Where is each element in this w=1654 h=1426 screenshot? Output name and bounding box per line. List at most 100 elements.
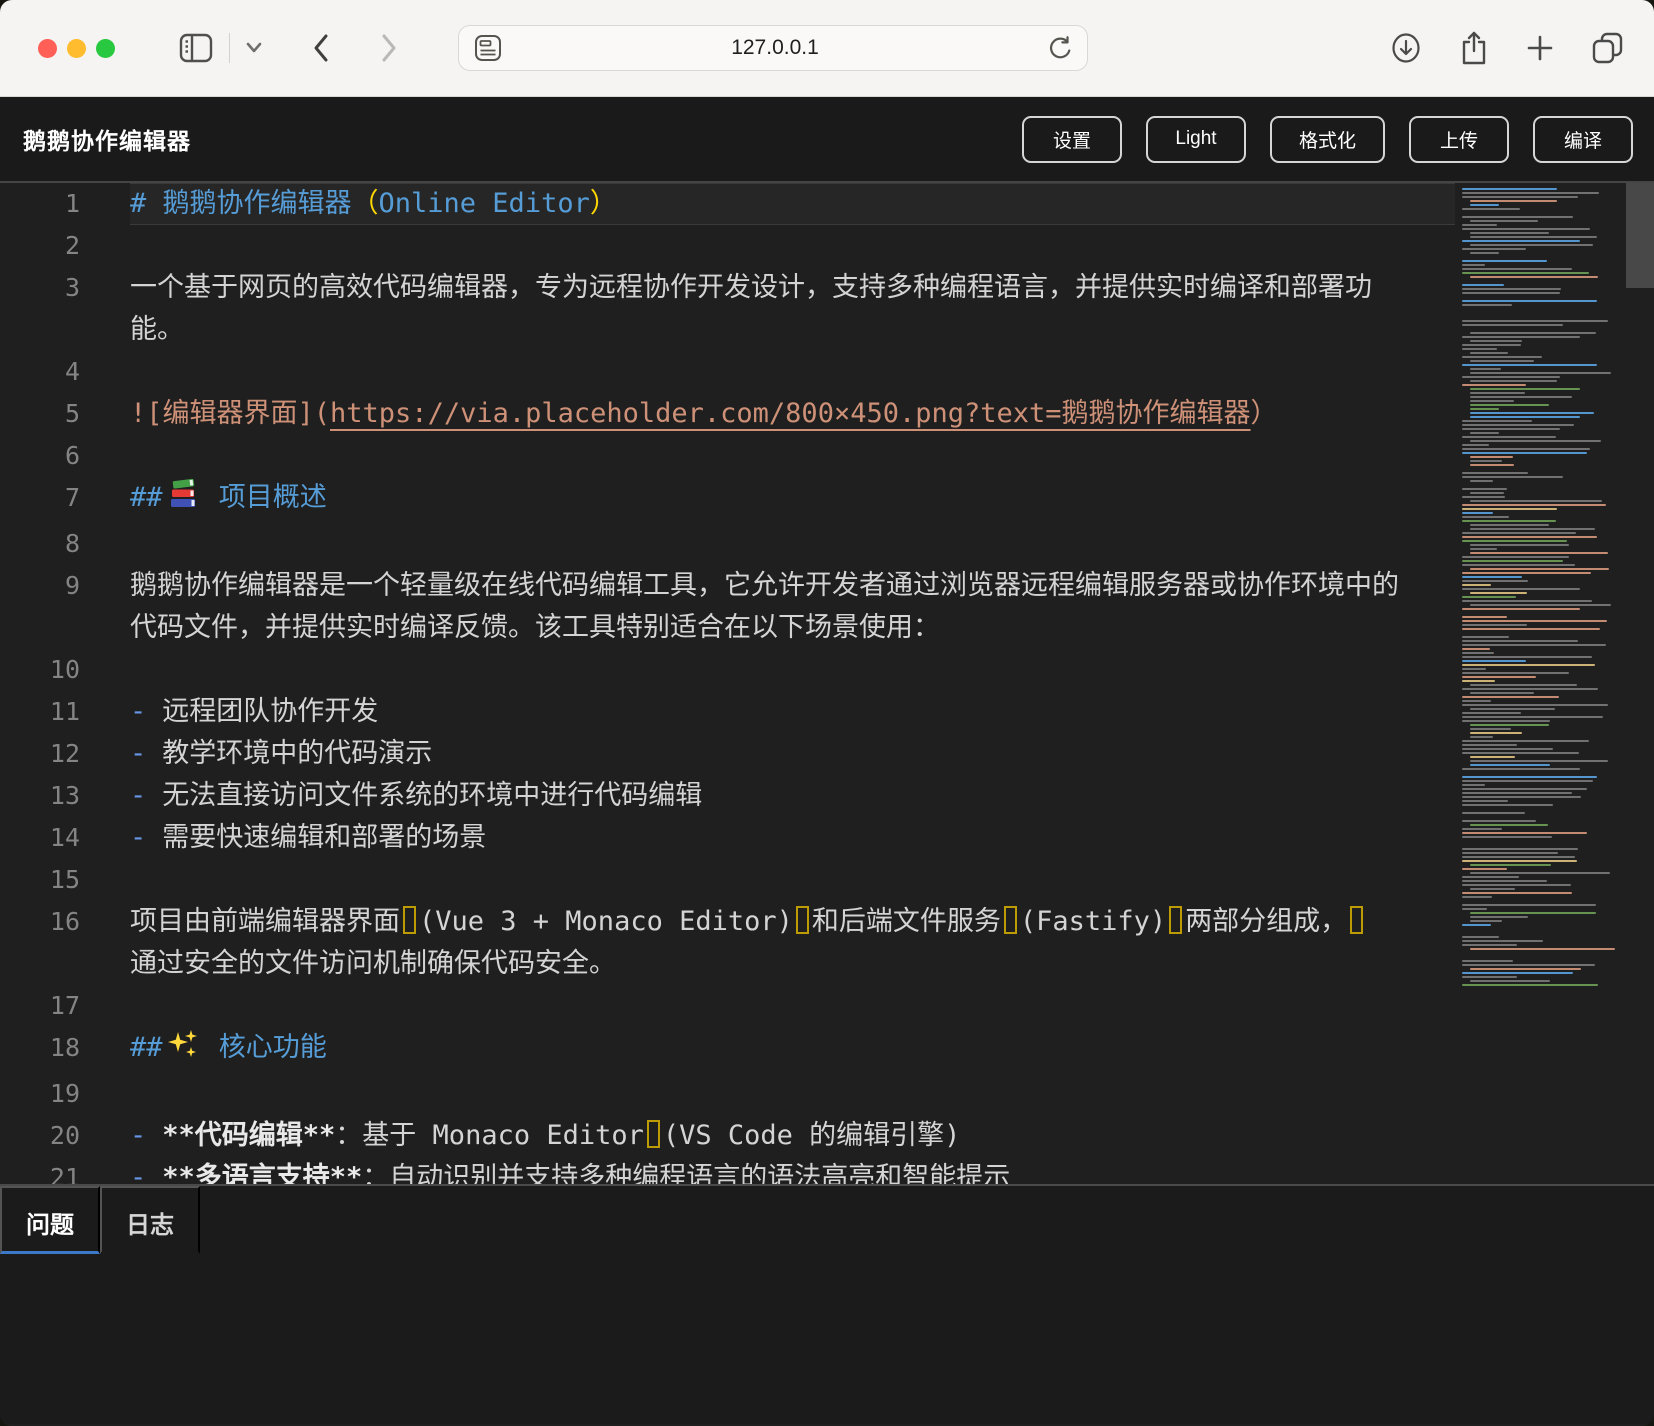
code-text: 项目概述 [203, 482, 327, 513]
chevron-down-icon [244, 41, 264, 55]
code-text: 需要快速编辑和部署的场景 [162, 822, 486, 853]
editor-line[interactable]: 13-无法直接访问文件系统的环境中进行代码编辑 [0, 775, 1455, 817]
panel-content [0, 1254, 1654, 1414]
editor-line[interactable]: 4 [0, 351, 1455, 393]
line-number: 10 [0, 649, 80, 691]
markdown-image-url[interactable]: https://via.placeholder.com/800×450.png?… [330, 398, 1251, 429]
editor-line[interactable]: 12 -教学环境中的代码演示 [0, 733, 1455, 775]
line-content [130, 435, 1455, 477]
editor-line[interactable]: 9鹅鹅协作编辑器是一个轻量级在线代码编辑工具，它允许开发者通过浏览器远程编辑服务… [0, 565, 1455, 649]
editor-line[interactable]: 17 [0, 985, 1455, 1027]
books-emoji [167, 478, 199, 523]
line-content: ## 项目概述 [130, 477, 1455, 523]
editor-line[interactable]: 14 -需要快速编辑和部署的场景 [0, 817, 1455, 859]
unicode-highlight-box [796, 906, 809, 934]
tabs-overview-icon [1590, 31, 1626, 65]
code-text: ## [130, 1032, 163, 1063]
line-number: 9 [0, 565, 80, 649]
editor-line[interactable]: 10 [0, 649, 1455, 691]
editor-line[interactable]: 11-远程团队协作开发 [0, 691, 1455, 733]
editor-scrollbar[interactable] [1626, 183, 1654, 1184]
code-text: ![编辑器界面]( [130, 398, 330, 429]
tab-logs[interactable]: 日志 [100, 1186, 200, 1254]
editor-line[interactable]: 21 -**多语言支持**：自动识别并支持多种编程语言的语法高亮和智能提示 [0, 1157, 1455, 1184]
back-button[interactable] [308, 30, 334, 66]
tab-overview-button[interactable] [1590, 31, 1626, 65]
minimap[interactable] [1455, 183, 1626, 1184]
editor-line[interactable]: 5![编辑器界面](https://via.placeholder.com/80… [0, 393, 1455, 435]
reload-button[interactable] [1047, 34, 1073, 62]
upload-button[interactable]: 上传 [1409, 116, 1509, 163]
line-content: -**多语言支持**：自动识别并支持多种编程语言的语法高亮和智能提示 [130, 1157, 1455, 1184]
reload-icon [1047, 34, 1073, 62]
editor-line[interactable]: 2 [0, 225, 1455, 267]
downloads-button[interactable] [1390, 32, 1422, 64]
editor-line[interactable]: 16项目由前端编辑器界面(Vue 3 + Monaco Editor)和后端文件… [0, 901, 1455, 985]
editor-line[interactable]: 1# 鹅鹅协作编辑器（Online Editor） [0, 183, 1455, 225]
code-text: ：基于 Monaco Editor [335, 1120, 644, 1151]
line-number: 20 [0, 1115, 80, 1157]
code-text: - [130, 822, 146, 853]
header-button-group: 设置 Light 格式化上传编译 [1022, 116, 1633, 163]
theme-toggle-button[interactable]: Light [1146, 116, 1246, 163]
minimize-window-button[interactable] [67, 39, 86, 58]
line-content: -教学环境中的代码演示 [130, 733, 1455, 775]
code-editor[interactable]: 1# 鹅鹅协作编辑器（Online Editor）23一个基于网页的高效代码编辑… [0, 183, 1654, 1184]
line-content: ## 核心功能 [130, 1027, 1455, 1073]
editor-line[interactable]: 18## 核心功能 [0, 1027, 1455, 1073]
line-content: ![编辑器界面](https://via.placeholder.com/800… [130, 393, 1455, 435]
editor-lines[interactable]: 1# 鹅鹅协作编辑器（Online Editor）23一个基于网页的高效代码编辑… [0, 183, 1455, 1184]
editor-line[interactable]: 20 -**代码编辑**：基于 Monaco Editor(VS Code 的编辑… [0, 1115, 1455, 1157]
line-number: 13 [0, 775, 80, 817]
editor-line[interactable]: 15 [0, 859, 1455, 901]
browser-toolbar: 127.0.0.1 [0, 0, 1654, 97]
code-text: # 鹅鹅协作编辑器 [130, 188, 352, 219]
code-text: 无法直接访问文件系统的环境中进行代码编辑 [162, 780, 702, 811]
close-window-button[interactable] [38, 39, 57, 58]
line-number: 6 [0, 435, 80, 477]
bottom-panel: 问题日志 [0, 1184, 1654, 1424]
download-icon [1390, 32, 1422, 64]
code-text: (Vue 3 + Monaco Editor) [419, 906, 793, 937]
zoom-window-button[interactable] [96, 39, 115, 58]
editor-line[interactable]: 8 [0, 523, 1455, 565]
line-number: 12 [0, 733, 80, 775]
sidebar-toggle-button[interactable] [177, 31, 215, 65]
line-number: 17 [0, 985, 80, 1027]
line-number: 19 [0, 1073, 80, 1115]
line-content: -需要快速编辑和部署的场景 [130, 817, 1455, 859]
code-text: 教学环境中的代码演示 [162, 738, 432, 769]
share-button[interactable] [1458, 29, 1490, 67]
line-number: 15 [0, 859, 80, 901]
chevron-left-icon [308, 30, 334, 66]
unicode-highlight-box [1350, 906, 1363, 934]
address-bar[interactable]: 127.0.0.1 [458, 25, 1088, 71]
format-button[interactable]: 格式化 [1270, 116, 1385, 163]
code-text: - [130, 1162, 146, 1184]
line-number: 8 [0, 523, 80, 565]
compile-button[interactable]: 编译 [1533, 116, 1633, 163]
new-tab-button[interactable] [1526, 34, 1554, 62]
share-icon [1458, 29, 1490, 67]
line-content: 一个基于网页的高效代码编辑器，专为远程协作开发设计，支持多种编程语言，并提供实时… [130, 267, 1455, 351]
forward-button[interactable] [376, 30, 402, 66]
editor-line[interactable]: 6 [0, 435, 1455, 477]
sidebar-dropdown-button[interactable] [244, 41, 264, 55]
line-number: 7 [0, 477, 80, 523]
editor-line[interactable]: 19 [0, 1073, 1455, 1115]
page-title: 鹅鹅协作编辑器 [23, 122, 191, 156]
line-number: 3 [0, 267, 80, 351]
line-content: -**代码编辑**：基于 Monaco Editor(VS Code 的编辑引擎… [130, 1115, 1455, 1157]
line-content [130, 225, 1455, 267]
line-number: 1 [0, 183, 80, 225]
settings-button[interactable]: 设置 [1022, 116, 1122, 163]
page-settings-icon[interactable] [473, 33, 503, 63]
tab-problems[interactable]: 问题 [0, 1186, 100, 1254]
editor-line[interactable]: 7 ## 项目概述 [0, 477, 1455, 523]
scrollbar-thumb[interactable] [1626, 183, 1654, 288]
editor-line[interactable]: 3 一个基于网页的高效代码编辑器，专为远程协作开发设计，支持多种编程语言，并提供实… [0, 267, 1455, 351]
line-content [130, 1073, 1455, 1115]
code-text: ） [1251, 398, 1278, 429]
line-number: 14 [0, 817, 80, 859]
line-number: 21 [0, 1157, 80, 1184]
